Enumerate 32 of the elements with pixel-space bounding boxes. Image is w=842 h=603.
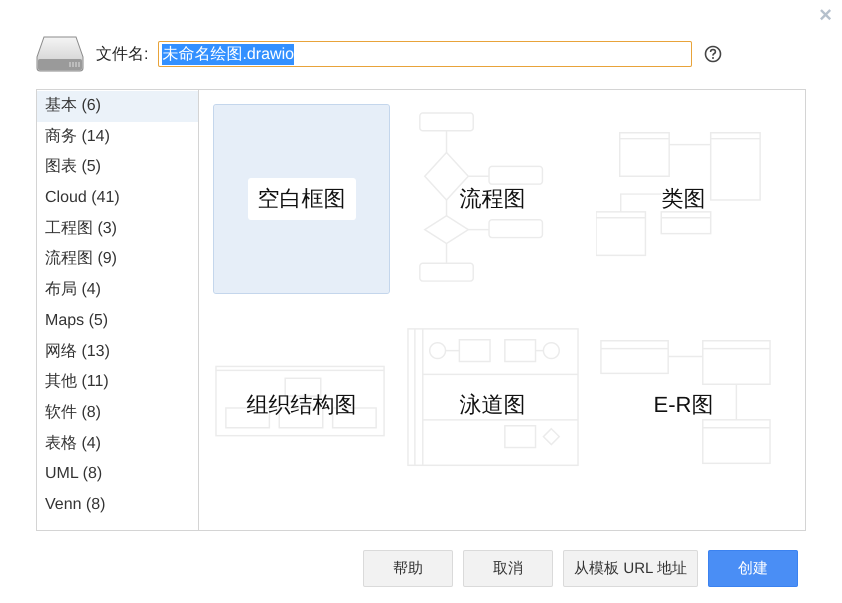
template-label: 流程图 — [458, 185, 526, 213]
template-tile[interactable]: 组织结构图 — [213, 310, 390, 500]
category-item[interactable]: Venn (8) — [37, 490, 198, 521]
help-icon[interactable] — [704, 45, 722, 63]
template-label: 泳道图 — [458, 391, 526, 419]
hard-drive-icon — [36, 35, 84, 73]
category-item[interactable]: Cloud (41) — [37, 183, 198, 214]
dialog-button[interactable]: 从模板 URL 地址 — [563, 550, 698, 587]
category-item[interactable]: 流程图 (9) — [37, 244, 198, 276]
dialog-button[interactable]: 帮助 — [363, 550, 454, 587]
dialog-button[interactable]: 取消 — [463, 550, 554, 587]
template-tile[interactable]: 泳道图 — [404, 310, 581, 500]
category-item[interactable]: 软件 (8) — [37, 398, 198, 429]
template-tile[interactable]: 类图 — [595, 104, 772, 294]
category-item[interactable]: 网络 (13) — [37, 336, 198, 368]
template-tile[interactable]: E-R图 — [595, 310, 772, 500]
template-tile[interactable]: 流程图 — [404, 104, 581, 294]
category-item[interactable]: 表格 (4) — [37, 428, 198, 460]
template-label: 组织结构图 — [246, 391, 358, 419]
template-tile[interactable]: 空白框图 — [213, 104, 390, 294]
category-item[interactable]: 商务 (14) — [37, 122, 198, 152]
category-item[interactable]: 工程图 (3) — [37, 214, 198, 244]
category-item[interactable]: 其他 (11) — [37, 367, 198, 398]
template-label: 空白框图 — [248, 178, 356, 220]
category-item[interactable]: Maps (5) — [37, 306, 198, 336]
template-label: E-R图 — [652, 391, 714, 419]
category-item[interactable]: 布局 (4) — [37, 275, 198, 306]
template-label: 类图 — [660, 185, 706, 213]
category-item[interactable]: UML (8) — [37, 459, 198, 490]
category-item[interactable]: 基本 (6) — [37, 91, 198, 122]
filename-label: 文件名: — [96, 44, 148, 64]
category-item[interactable]: 图表 (5) — [37, 152, 198, 184]
